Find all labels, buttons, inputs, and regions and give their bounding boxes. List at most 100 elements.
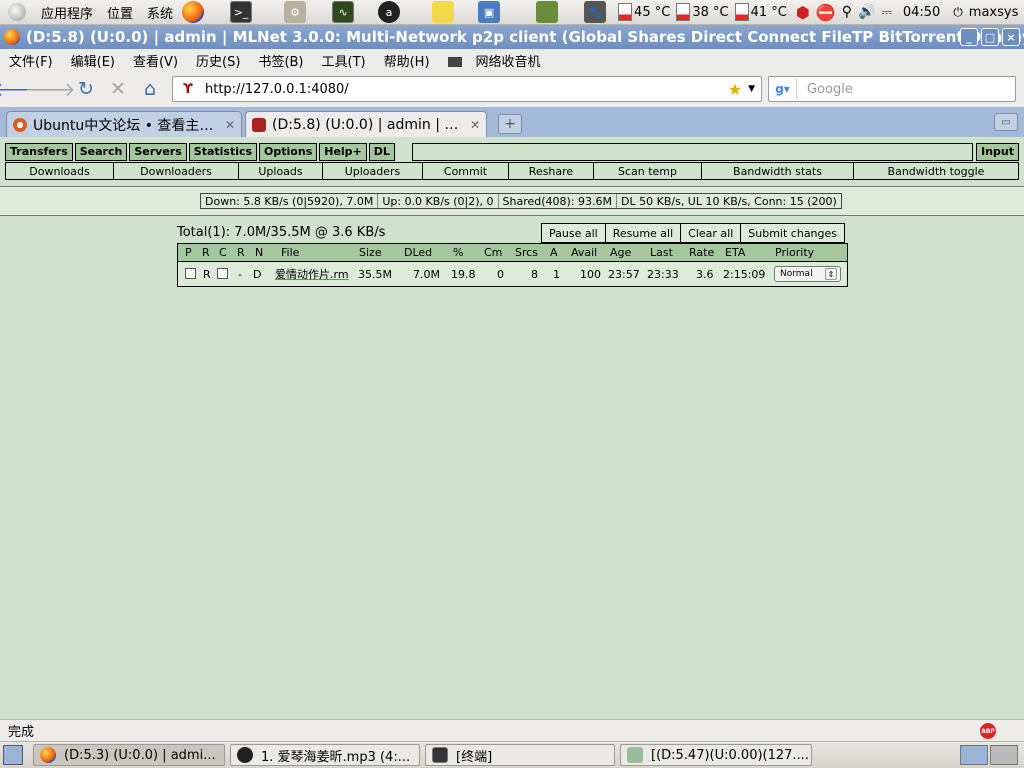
task-terminal[interactable]: [终端] — [425, 744, 615, 766]
workspace-1[interactable] — [960, 745, 988, 765]
apple-logo-icon[interactable] — [8, 3, 26, 21]
menu-view[interactable]: 查看(V) — [124, 51, 187, 70]
dl-button[interactable]: DL — [368, 142, 395, 161]
stop-button[interactable]: ✕ — [104, 75, 132, 103]
bandwidth-toggle-link[interactable]: Bandwidth toggle — [854, 163, 1018, 179]
network-icon[interactable]: ⚲ — [842, 4, 852, 20]
task-firefox[interactable]: (D:5.3) (U:0.0) | admi... — [33, 744, 225, 766]
menu-file[interactable]: 文件(F) — [0, 51, 62, 70]
notes-icon[interactable] — [432, 1, 455, 23]
col-size[interactable]: Size — [359, 246, 382, 259]
col-percent[interactable]: % — [453, 246, 463, 259]
home-button[interactable]: ⌂ — [136, 75, 164, 103]
col-resume[interactable]: R — [202, 246, 210, 259]
bookmark-star-icon[interactable]: ★ — [728, 80, 742, 99]
firefox-icon[interactable] — [182, 1, 205, 23]
close-tab-icon[interactable]: ✕ — [225, 118, 235, 132]
col-rate[interactable]: Rate — [689, 246, 714, 259]
statistics-button[interactable]: Statistics — [188, 142, 258, 161]
url-dropdown-icon[interactable]: ▼ — [748, 84, 755, 94]
tab-mlnet[interactable]: (D:5.8) (U:0.0) | admin | ML... ✕ — [245, 111, 487, 137]
scan-temp-link[interactable]: Scan temp — [594, 163, 702, 179]
update-icon[interactable]: ⬢ — [796, 3, 810, 22]
search-bar[interactable]: g▾ Google — [768, 76, 1016, 102]
col-avail[interactable]: Avail — [571, 246, 597, 259]
maximize-button[interactable]: □ — [981, 28, 999, 46]
tab-ubuntu-forum[interactable]: Ubuntu中文论坛 • 查看主题 ... ✕ — [6, 111, 242, 137]
reshare-link[interactable]: Reshare — [509, 163, 594, 179]
menu-help[interactable]: 帮助(H) — [375, 51, 439, 70]
stop-icon[interactable]: ⛔ — [816, 3, 836, 22]
url-bar[interactable]: ϒ http://127.0.0.1:4080/ ★ ▼ — [172, 76, 762, 102]
search-engine-icon[interactable]: g▾ — [769, 79, 797, 99]
help-button[interactable]: Help+ — [319, 142, 367, 161]
reload-button[interactable]: ↻ — [72, 75, 100, 103]
window-title-bar[interactable]: (D:5.8) (U:0.0) | admin | MLNet 3.0.0: M… — [0, 25, 1024, 49]
amarok-icon[interactable]: a — [378, 1, 401, 23]
col-priority[interactable]: Priority — [775, 246, 814, 259]
workspace-switcher[interactable] — [960, 745, 1018, 765]
file-name-link[interactable]: 爱情动作片.rm — [275, 266, 349, 282]
monitor-icon[interactable]: ∿ — [332, 1, 355, 23]
gimp-icon[interactable]: 🐾 — [584, 1, 607, 23]
input-button[interactable]: Input — [976, 142, 1019, 161]
search-button[interactable]: Search — [74, 142, 128, 161]
col-dled[interactable]: DLed — [404, 246, 432, 259]
col-srcs[interactable]: Srcs — [515, 246, 538, 259]
clock[interactable]: 04:50 — [903, 5, 940, 20]
pause-all-button[interactable]: Pause all — [542, 224, 606, 242]
menu-history[interactable]: 历史(S) — [187, 51, 249, 70]
menu-tools[interactable]: 工具(T) — [313, 51, 375, 70]
priority-select[interactable]: Normal ⇕ — [774, 266, 841, 282]
pause-checkbox[interactable] — [185, 268, 196, 282]
forward-button[interactable]: 🡒 — [25, 75, 76, 103]
col-cancel[interactable]: C — [219, 246, 227, 259]
wired-network-icon[interactable]: ⎓ — [881, 5, 891, 20]
col-active[interactable]: A — [550, 246, 558, 259]
downloads-link[interactable]: Downloads — [6, 163, 114, 179]
book-icon[interactable] — [536, 1, 559, 23]
command-input[interactable] — [411, 142, 974, 161]
col-pause[interactable]: P — [185, 246, 192, 259]
transfers-button[interactable]: Transfers — [5, 142, 73, 161]
col-eta[interactable]: ETA — [725, 246, 745, 259]
menu-edit[interactable]: 编辑(E) — [62, 51, 124, 70]
clear-all-button[interactable]: Clear all — [681, 224, 742, 242]
new-tab-button[interactable]: + — [498, 114, 522, 134]
adblock-icon[interactable]: ABP — [980, 723, 996, 739]
col-file[interactable]: File — [281, 246, 299, 259]
username[interactable]: maxsys — [969, 5, 1019, 20]
menu-bookmarks[interactable]: 书签(B) — [249, 51, 312, 70]
radio-menu[interactable]: 网络收音机 — [439, 51, 559, 70]
close-tab-icon[interactable]: ✕ — [470, 118, 480, 132]
col-cm[interactable]: Cm — [484, 246, 502, 259]
commit-link[interactable]: Commit — [423, 163, 509, 179]
col-network[interactable]: N — [255, 246, 263, 259]
bandwidth-stats-link[interactable]: Bandwidth stats — [702, 163, 854, 179]
col-last[interactable]: Last — [650, 246, 673, 259]
volume-icon[interactable]: 🔊 — [858, 4, 875, 20]
installer-icon[interactable]: ⚙ — [284, 1, 307, 23]
url-text[interactable]: http://127.0.0.1:4080/ — [205, 82, 728, 97]
options-button[interactable]: Options — [259, 142, 318, 161]
workspace-2[interactable] — [990, 745, 1018, 765]
virtualbox-icon[interactable]: ▣ — [478, 1, 501, 23]
menu-places[interactable]: 位置 — [100, 3, 140, 22]
menu-system[interactable]: 系统 — [140, 3, 180, 22]
col-r[interactable]: R — [237, 246, 245, 259]
resume-all-button[interactable]: Resume all — [606, 224, 682, 242]
show-desktop-button[interactable] — [3, 745, 23, 765]
task-music[interactable]: 1. 爱琴海姜昕.mp3 (4:... — [230, 744, 420, 766]
servers-button[interactable]: Servers — [129, 142, 187, 161]
tab-list-button[interactable]: ▭ — [994, 113, 1018, 131]
col-age[interactable]: Age — [610, 246, 631, 259]
task-mldonkey[interactable]: [(D:5.47)(U:0.00)(127.... — [620, 744, 812, 766]
uploaders-link[interactable]: Uploaders — [323, 163, 423, 179]
uploads-link[interactable]: Uploads — [239, 163, 323, 179]
terminal-icon[interactable]: >_ — [230, 1, 253, 23]
cancel-checkbox[interactable] — [217, 268, 228, 282]
submit-changes-button[interactable]: Submit changes — [741, 224, 844, 242]
minimize-button[interactable]: _ — [960, 28, 978, 46]
downloaders-link[interactable]: Downloaders — [114, 163, 239, 179]
close-window-button[interactable]: × — [1002, 28, 1020, 46]
